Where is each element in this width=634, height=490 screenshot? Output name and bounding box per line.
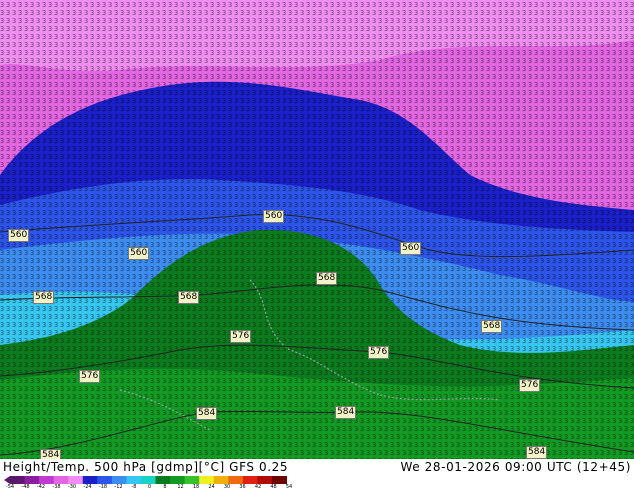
scale-tick-label: 18 bbox=[192, 484, 200, 490]
scale-color-segment bbox=[24, 476, 40, 484]
scale-tick-label: 8 bbox=[163, 484, 167, 490]
contour-label: 560 bbox=[263, 210, 285, 223]
scale-color-segment bbox=[228, 476, 244, 484]
scale-tick-label: 24 bbox=[208, 484, 215, 490]
scale-color-segment bbox=[10, 476, 26, 484]
color-scale-bar bbox=[4, 476, 287, 484]
scale-color-segment bbox=[213, 476, 229, 484]
scale-tick-label: -38 bbox=[52, 484, 61, 490]
contour-label: 576 bbox=[79, 370, 101, 383]
contour-label: 560 bbox=[128, 247, 150, 260]
contour-label: 568 bbox=[481, 320, 503, 333]
contour-label: 568 bbox=[178, 291, 200, 304]
forecast-datetime: We 28-01-2026 09:00 UTC (12+45) bbox=[400, 460, 631, 474]
contour-label: 576 bbox=[368, 346, 390, 359]
scale-color-segment bbox=[199, 476, 215, 484]
map-footer: Height/Temp. 500 hPa [gdmp][°C] GFS 0.25… bbox=[0, 459, 634, 490]
scale-arrow-left bbox=[4, 476, 10, 484]
scale-tick-label: -12 bbox=[114, 484, 123, 490]
scale-tick-label: -42 bbox=[36, 484, 46, 490]
scale-tick-label: -18 bbox=[98, 484, 108, 490]
scale-tick-label: 42 bbox=[254, 484, 262, 490]
scale-color-segment bbox=[155, 476, 171, 484]
scale-tick-label: -24 bbox=[83, 484, 92, 490]
contour-label: 576 bbox=[519, 379, 541, 392]
contour-label: 584 bbox=[335, 406, 357, 419]
scale-tick-label: -48 bbox=[21, 484, 30, 490]
scale-tick-label: -8 bbox=[131, 484, 137, 490]
contour-label: 584 bbox=[526, 446, 548, 459]
contour-label: 568 bbox=[33, 291, 55, 304]
scale-tick-label: 12 bbox=[177, 484, 184, 490]
scale-color-segment bbox=[242, 476, 258, 484]
scale-color-segment bbox=[39, 476, 55, 484]
scale-color-segment bbox=[97, 476, 113, 484]
scale-color-segment bbox=[111, 476, 127, 484]
scale-tick-label: 48 bbox=[270, 484, 277, 490]
scale-color-segment bbox=[184, 476, 200, 484]
scale-color-segment bbox=[53, 476, 69, 484]
scale-tick-label: -54 bbox=[5, 484, 15, 490]
scale-tick-label: 30 bbox=[223, 484, 231, 490]
scale-tick-label: 54 bbox=[285, 484, 293, 490]
contour-label: 560 bbox=[8, 229, 30, 242]
scale-tick-label: -30 bbox=[67, 484, 77, 490]
scale-tick-label: 36 bbox=[239, 484, 246, 490]
contour-label: 568 bbox=[316, 272, 338, 285]
color-scale-ticks: -54 -48 -42 -38 -30 -24 -18 -12 -8 0 8 12 18 24 30 36 42… bbox=[0, 484, 300, 490]
weather-map: 3 560 560 560 568 568 568 568 576 576 57… bbox=[0, 0, 634, 459]
scale-color-segment bbox=[170, 476, 186, 484]
contour-label: 584 bbox=[196, 407, 218, 420]
scale-color-segment bbox=[271, 476, 287, 484]
scale-color-segment bbox=[82, 476, 98, 484]
map-title: Height/Temp. 500 hPa [gdmp][°C] GFS 0.25 bbox=[3, 460, 289, 474]
scale-color-segment bbox=[68, 476, 84, 484]
scale-color-segment bbox=[126, 476, 142, 484]
contour-label: 560 bbox=[400, 242, 422, 255]
scale-tick-label: 0 bbox=[147, 484, 152, 490]
contour-label: 576 bbox=[230, 330, 252, 343]
scale-color-segment bbox=[140, 476, 157, 484]
contour-label: 584 bbox=[40, 449, 62, 459]
scale-color-segment bbox=[257, 476, 273, 484]
